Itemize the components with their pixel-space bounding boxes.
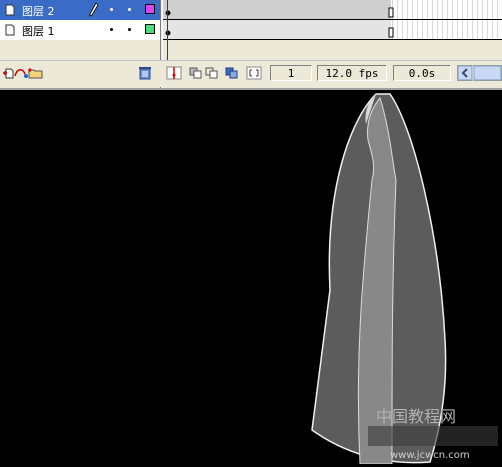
visibility-dot[interactable] [110, 28, 113, 31]
center-frame-icon[interactable] [166, 66, 182, 80]
outline-color-swatch[interactable] [145, 4, 155, 14]
layer-name[interactable]: 图层 1 [22, 23, 55, 39]
elapsed-time-readout: 0.0s [393, 65, 451, 81]
trash-icon[interactable] [137, 66, 153, 80]
edit-multiple-frames-icon[interactable] [224, 66, 240, 80]
insert-folder-icon[interactable] [28, 66, 44, 80]
onion-skin-icon[interactable] [188, 66, 204, 80]
onion-skin-outlines-icon[interactable] [204, 66, 220, 80]
layer-icon [5, 24, 15, 36]
layer-icon [5, 4, 15, 16]
layer-row-2[interactable]: 图层 2 [0, 0, 160, 20]
frames-layer-1[interactable] [163, 20, 502, 40]
modify-onion-markers-icon[interactable] [246, 66, 262, 80]
layer-name[interactable]: 图层 2 [22, 3, 55, 19]
pencil-icon [89, 2, 99, 17]
layer-list-empty [0, 40, 160, 60]
playhead[interactable] [167, 0, 168, 60]
lock-dot[interactable] [128, 28, 131, 31]
timeline-panel: 图层 2 图层 1 1 12.0 fps 0.0s [0, 0, 502, 88]
current-frame-readout: 1 [270, 65, 312, 81]
timeline-controls: 1 12.0 fps 0.0s [0, 60, 502, 87]
layer-row-1[interactable]: 图层 1 [0, 20, 160, 40]
frames-layer-2[interactable] [163, 0, 502, 20]
add-motion-guide-icon[interactable] [13, 66, 29, 80]
outline-color-swatch[interactable] [145, 24, 155, 34]
visibility-dot[interactable] [110, 8, 113, 11]
horizontal-scrollbar[interactable] [457, 65, 502, 81]
lock-dot[interactable] [128, 8, 131, 11]
watermark-logo: 中国教程网 www.jcwcn.com [368, 407, 498, 460]
watermark-url: www.jcwcn.com [390, 450, 470, 460]
frame-rate-readout[interactable]: 12.0 fps [317, 65, 387, 81]
stage-canvas[interactable]: 中国教程网 www.jcwcn.com [0, 88, 502, 465]
watermark-title: 中国教程网 [376, 407, 456, 426]
